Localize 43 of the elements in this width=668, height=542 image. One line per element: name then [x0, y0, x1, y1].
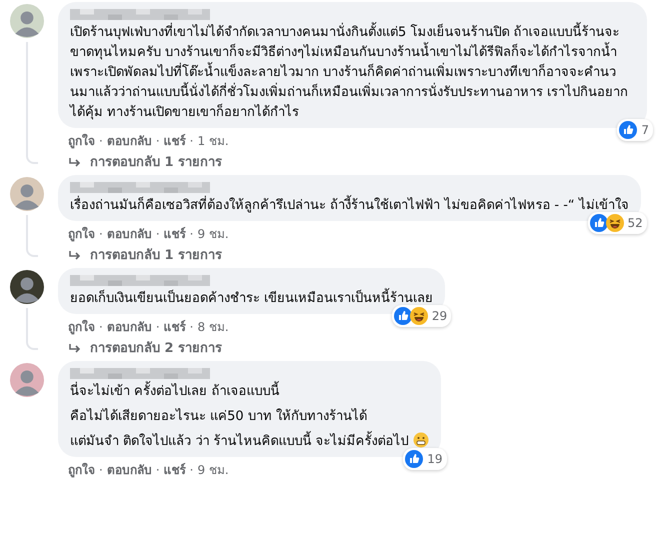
reaction-badge[interactable]: 52	[588, 212, 647, 234]
separator-dot: ·	[156, 133, 160, 149]
separator-dot: ·	[190, 319, 194, 335]
action-link[interactable]: แชร์	[164, 226, 186, 242]
separator-dot: ·	[190, 226, 194, 242]
separator-dot: ·	[190, 462, 194, 478]
reaction-badge[interactable]: 29	[392, 305, 452, 327]
separator-dot: ·	[156, 462, 160, 478]
reply-arrow-icon	[68, 343, 82, 355]
action-link[interactable]: ตอบกลับ	[106, 226, 152, 242]
comment-text: คือไม่ได้เสียดายอะไรนะ แค่50 บาท ให้กับทางร้านได้	[70, 407, 368, 426]
action-link[interactable]: ตอบกลับ	[106, 319, 152, 335]
replies-link[interactable]: การตอบกลับ 1 รายการ	[58, 149, 222, 175]
separator-dot: ·	[99, 226, 103, 242]
reaction-badge[interactable]: 19	[403, 448, 447, 470]
timestamp[interactable]: 1 ชม.	[197, 133, 229, 149]
separator-dot: ·	[99, 319, 103, 335]
avatar-icon[interactable]	[10, 270, 44, 304]
action-link[interactable]: แชร์	[164, 319, 186, 335]
replies-link[interactable]: การตอบกลับ 2 รายการ	[58, 335, 222, 361]
action-link[interactable]: ถูกใจ	[68, 133, 95, 149]
reply-arrow-icon	[68, 250, 82, 262]
comment-text: นี่จะไม่เข้า ครั้งต่อไปเลย ถ้าเจอแบบนี้	[70, 382, 429, 402]
timestamp[interactable]: 9 ชม.	[197, 462, 229, 478]
action-link[interactable]: ถูกใจ	[68, 226, 95, 242]
timestamp[interactable]: 9 ชม.	[197, 226, 229, 242]
action-link[interactable]: ตอบกลับ	[106, 133, 152, 149]
thread-line	[26, 215, 38, 257]
separator-dot: ·	[156, 319, 160, 335]
replies-link[interactable]: การตอบกลับ 1 รายการ	[58, 242, 222, 268]
separator-dot: ·	[99, 462, 103, 478]
action-link[interactable]: ถูกใจ	[68, 319, 95, 335]
separator-dot: ·	[190, 133, 194, 149]
reaction-badge[interactable]: 7	[617, 119, 653, 141]
action-link[interactable]: ตอบกลับ	[106, 462, 152, 478]
reply-arrow-icon	[68, 157, 82, 169]
thread-line	[26, 308, 38, 350]
action-link[interactable]: แชร์	[164, 133, 186, 149]
separator-dot: ·	[99, 133, 103, 149]
action-link[interactable]: ถูกใจ	[68, 462, 95, 478]
timestamp[interactable]: 8 ชม.	[197, 319, 229, 335]
action-link[interactable]: แชร์	[164, 462, 186, 478]
separator-dot: ·	[156, 226, 160, 242]
